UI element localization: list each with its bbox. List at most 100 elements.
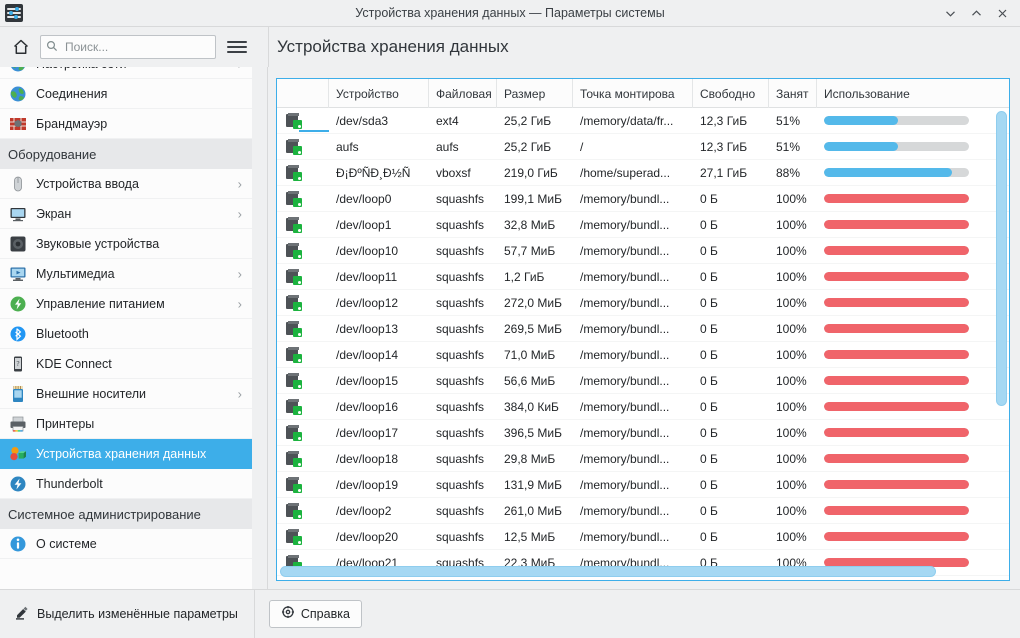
table-body: /dev/sda3ext425,2 ГиБ/memory/data/fr...1… (277, 108, 1009, 580)
table-horizontal-scrollbar-thumb[interactable] (280, 566, 936, 577)
table-row[interactable]: Ð¡ÐºÑÐ¸Ð½Ñvboxsf219,0 ГиБ/home/superad..… (277, 160, 1009, 186)
settings-sidebar[interactable]: Настройка сети›СоединенияБрандмауэрОбору… (0, 67, 252, 589)
table-row[interactable]: /dev/loop20squashfs12,5 МиБ/memory/bundl… (277, 524, 1009, 550)
column-header-percent[interactable]: Занят (769, 79, 817, 108)
cell-free: 12,3 ГиБ (693, 108, 769, 134)
sidebar-item-connections[interactable]: Соединения (0, 79, 252, 109)
table-row[interactable]: /dev/loop15squashfs56,6 МиБ/memory/bundl… (277, 368, 1009, 394)
column-header-icon[interactable] (277, 79, 329, 108)
highlight-changed-settings-button[interactable]: Выделить изменённые параметры (14, 604, 238, 623)
hard-disk-icon (286, 373, 302, 389)
cell-device: /dev/loop15 (329, 368, 429, 394)
usage-progress-fill (824, 194, 969, 203)
table-row[interactable]: /dev/loop16squashfs384,0 КиБ/memory/bund… (277, 394, 1009, 420)
hard-disk-icon (286, 165, 302, 181)
table-vertical-scrollbar-thumb[interactable] (996, 111, 1007, 406)
table-row[interactable]: /dev/loop2squashfs261,0 МиБ/memory/bundl… (277, 498, 1009, 524)
sidebar-item-label: Брандмауэр (36, 117, 107, 131)
sidebar-item-audio-devices[interactable]: Звуковые устройства (0, 229, 252, 259)
table-row[interactable]: /dev/loop14squashfs71,0 МиБ/memory/bundl… (277, 342, 1009, 368)
table-horizontal-scrollbar[interactable] (280, 566, 993, 577)
table-row[interactable]: /dev/loop17squashfs396,5 МиБ/memory/bund… (277, 420, 1009, 446)
maximize-button[interactable] (964, 2, 988, 26)
column-header-label: Занят (776, 87, 809, 101)
sidebar-item-thunderbolt[interactable]: Thunderbolt (0, 469, 252, 499)
usage-progress-bar (824, 298, 969, 307)
cell-text: /memory/bundl... (580, 244, 669, 258)
sidebar-item-firewall[interactable]: Брандмауэр (0, 109, 252, 139)
sidebar-item-label: Настройка сети (36, 67, 127, 71)
cell-text: squashfs (436, 400, 484, 414)
sidebar-item-about-system[interactable]: О системе (0, 529, 252, 559)
cell-text: 0 Б (700, 452, 718, 466)
cell-text: /memory/data/fr... (580, 114, 673, 128)
help-button[interactable]: Справка (269, 600, 362, 628)
column-header-usage[interactable]: Использование (817, 79, 977, 108)
column-header-label: Устройство (336, 87, 399, 101)
cell-free: 0 Б (693, 342, 769, 368)
column-header-mountpoint[interactable]: Точка монтирова (573, 79, 693, 108)
table-row[interactable]: /dev/loop0squashfs199,1 МиБ/memory/bundl… (277, 186, 1009, 212)
cell-mountpoint: /memory/data/fr... (573, 108, 693, 134)
cell-mountpoint: /memory/bundl... (573, 394, 693, 420)
table-row[interactable]: aufsaufs25,2 ГиБ/12,3 ГиБ51% (277, 134, 1009, 160)
cell-text: /memory/bundl... (580, 374, 669, 388)
sidebar-section-label: Оборудование (8, 147, 96, 162)
close-button[interactable] (990, 2, 1014, 26)
page-header: Устройства хранения данных (268, 27, 1020, 67)
cell-text: /memory/bundl... (580, 452, 669, 466)
sidebar-item-power-management[interactable]: Управление питанием› (0, 289, 252, 319)
cell-filesystem: squashfs (429, 368, 497, 394)
sidebar-item-printers[interactable]: Принтеры (0, 409, 252, 439)
power-icon (8, 294, 28, 314)
cell-filesystem: squashfs (429, 446, 497, 472)
search-icon (46, 40, 58, 55)
table-row[interactable]: /dev/loop10squashfs57,7 МиБ/memory/bundl… (277, 238, 1009, 264)
column-header-free[interactable]: Свободно (693, 79, 769, 108)
home-icon[interactable] (6, 32, 36, 62)
window-title: Устройства хранения данных — Параметры с… (0, 6, 1020, 20)
usage-progress-bar (824, 272, 969, 281)
sidebar-item-storage-devices[interactable]: Устройства хранения данных (0, 439, 252, 469)
disk-icon-cell (277, 316, 329, 342)
sidebar-item-input-devices[interactable]: Устройства ввода› (0, 169, 252, 199)
sidebar-item-display[interactable]: Экран› (0, 199, 252, 229)
table-row[interactable]: /dev/loop19squashfs131,9 МиБ/memory/bund… (277, 472, 1009, 498)
cell-text: squashfs (436, 504, 484, 518)
storage-icon (8, 444, 28, 464)
sidebar-item-network-settings[interactable]: Настройка сети› (0, 67, 252, 79)
storage-table[interactable]: Устройство Файловая РазмерТочка монтирова… (276, 78, 1010, 581)
table-row[interactable]: /dev/loop18squashfs29,8 МиБ/memory/bundl… (277, 446, 1009, 472)
column-header-device[interactable]: Устройство (329, 79, 429, 108)
search-input[interactable] (63, 39, 203, 55)
column-header-filesystem[interactable]: Файловая (429, 79, 497, 108)
chevron-right-icon: › (238, 386, 242, 401)
sidebar-item-removable-media[interactable]: Внешние носители› (0, 379, 252, 409)
table-row[interactable]: /dev/loop1squashfs32,8 МиБ/memory/bundl.… (277, 212, 1009, 238)
cell-text: squashfs (436, 348, 484, 362)
table-row[interactable]: /dev/loop11squashfs1,2 ГиБ/memory/bundl.… (277, 264, 1009, 290)
hard-disk-icon (286, 243, 302, 259)
column-header-size[interactable]: Размер (497, 79, 573, 108)
sidebar-item-bluetooth[interactable]: Bluetooth (0, 319, 252, 349)
cell-text: 0 Б (700, 504, 718, 518)
cell-percent: 100% (769, 394, 817, 420)
minimize-button[interactable] (938, 2, 962, 26)
cell-filesystem: squashfs (429, 186, 497, 212)
chevron-right-icon: › (238, 266, 242, 281)
table-vertical-scrollbar[interactable] (996, 111, 1007, 562)
cell-size: 12,5 МиБ (497, 524, 573, 550)
cell-percent: 100% (769, 472, 817, 498)
sidebar-item-kde-connect[interactable]: ?KDE Connect (0, 349, 252, 379)
table-row[interactable]: /dev/loop12squashfs272,0 МиБ/memory/bund… (277, 290, 1009, 316)
sidebar-item-multimedia[interactable]: Мультимедиа› (0, 259, 252, 289)
hamburger-icon[interactable] (224, 34, 250, 60)
usage-progress-bar (824, 194, 969, 203)
search-field[interactable] (40, 35, 216, 59)
table-row[interactable]: /dev/sda3ext425,2 ГиБ/memory/data/fr...1… (277, 108, 1009, 134)
cell-text: /memory/bundl... (580, 192, 669, 206)
cell-filesystem: squashfs (429, 342, 497, 368)
usage-progress-fill (824, 428, 969, 437)
firewall-icon (8, 114, 28, 134)
table-row[interactable]: /dev/loop13squashfs269,5 МиБ/memory/bund… (277, 316, 1009, 342)
